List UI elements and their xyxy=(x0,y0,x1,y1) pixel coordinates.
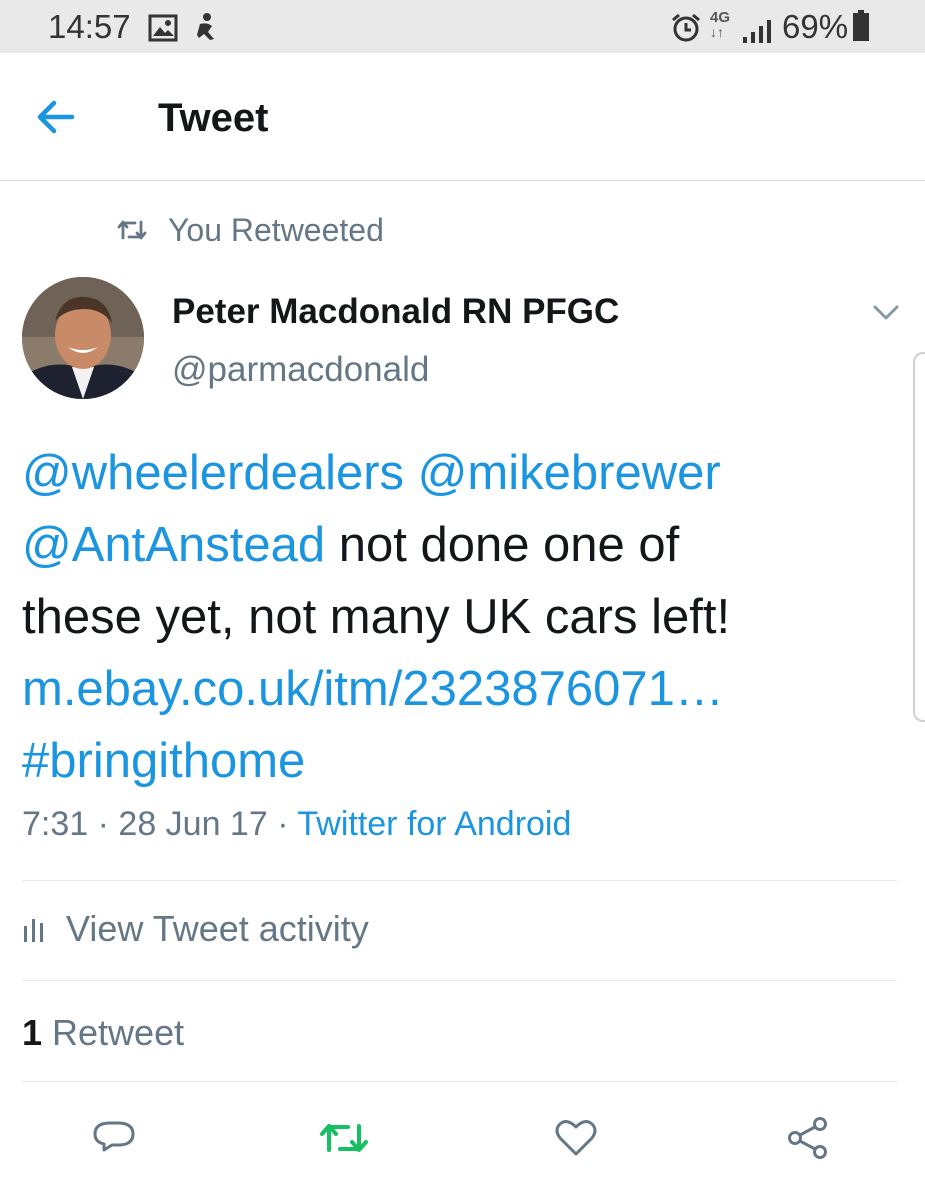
tweet-text-segment: not done one of xyxy=(325,518,680,572)
share-button[interactable] xyxy=(784,1114,832,1162)
retweet-context: You Retweeted xyxy=(116,208,384,252)
like-button[interactable] xyxy=(552,1114,600,1162)
bar-chart-icon xyxy=(24,919,43,942)
tweet-source-link[interactable]: Twitter for Android xyxy=(297,805,571,843)
mention-link[interactable]: @mikebrewer xyxy=(418,446,721,500)
mention-link[interactable]: @AntAnstead xyxy=(22,518,325,572)
status-time: 14:57 xyxy=(48,8,131,45)
retweet-count: 1 xyxy=(22,1012,43,1053)
tweet-line-2: @AntAnstead not done one of xyxy=(22,509,902,581)
battery-icon xyxy=(852,10,870,50)
retweet-icon xyxy=(320,1124,368,1152)
arrow-left-icon xyxy=(37,100,75,134)
accessibility-icon xyxy=(194,12,220,50)
retweet-context-label: You Retweeted xyxy=(168,211,384,248)
retweet-count-link[interactable]: 1 Retweet xyxy=(22,1012,184,1054)
tweet-time: 7:31 xyxy=(22,805,89,843)
chevron-down-icon xyxy=(873,305,899,320)
meta-separator: · xyxy=(88,805,119,843)
reply-button[interactable] xyxy=(90,1114,138,1162)
author-handle[interactable]: @parmacdonald xyxy=(172,350,429,390)
back-button[interactable] xyxy=(30,93,82,141)
reply-icon xyxy=(93,1121,135,1152)
page-title: Tweet xyxy=(158,96,269,140)
retweet-count-label: Retweet xyxy=(52,1012,185,1053)
divider xyxy=(22,880,897,881)
mention-link[interactable]: @wheelerdealers xyxy=(22,446,404,500)
tweet-meta: 7:31 · 28 Jun 17 · Twitter for Android xyxy=(22,805,571,844)
tweet-text-segment: these yet, not many UK cars left! xyxy=(22,590,731,644)
alarm-icon xyxy=(670,12,702,52)
tweet-date: 28 Jun 17 xyxy=(118,805,268,843)
meta-separator: · xyxy=(267,805,298,843)
retweet-icon xyxy=(117,220,147,240)
share-icon xyxy=(788,1117,827,1159)
network-type-label: 4G ↓↑ xyxy=(710,9,731,40)
view-activity-button[interactable]: View Tweet activity xyxy=(22,908,369,950)
gallery-icon xyxy=(148,12,178,50)
url-link[interactable]: m.ebay.co.uk/itm/2323876071… xyxy=(22,662,724,716)
view-activity-label: View Tweet activity xyxy=(66,908,369,949)
divider xyxy=(22,980,897,981)
signal-icon xyxy=(742,14,772,52)
author-name[interactable]: Peter Macdonald RN PFGC xyxy=(172,292,619,332)
divider xyxy=(22,1081,897,1082)
tweet-text: @wheelerdealers @mikebrewer @AntAnstead … xyxy=(22,437,902,797)
avatar[interactable] xyxy=(22,277,144,399)
hashtag-link[interactable]: #bringithome xyxy=(22,734,305,788)
tweet-options-button[interactable] xyxy=(870,300,902,324)
status-bar: 14:57 4G ↓↑ 69% xyxy=(0,0,925,53)
heart-icon xyxy=(555,1120,597,1156)
battery-percent: 69% xyxy=(782,8,849,45)
scrollbar[interactable] xyxy=(913,352,925,722)
retweet-button[interactable] xyxy=(318,1114,368,1162)
tweet-line-1: @wheelerdealers @mikebrewer xyxy=(22,437,902,509)
app-header: Tweet xyxy=(0,53,925,181)
